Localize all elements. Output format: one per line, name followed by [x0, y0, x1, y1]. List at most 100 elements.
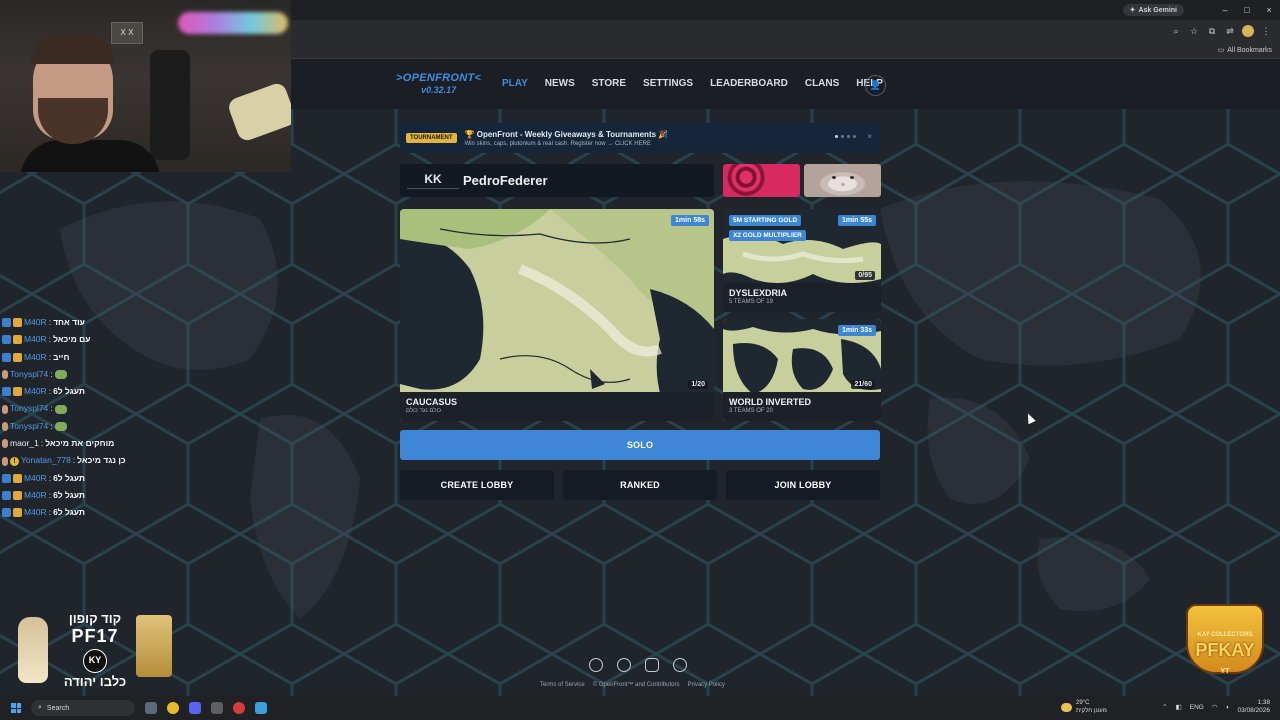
lobby-card-footer: DYSLEXDRIA 5 TEAMS OF 19 [723, 283, 881, 312]
coupon-promo-overlay: קוד קופון PF17 KY כלבו יהודה [14, 611, 184, 697]
lobby-card-dyslexdria[interactable]: 1min 55s 5M STARTING GOLD X2 GOLD MULTIP… [723, 209, 881, 312]
ranked-button[interactable]: RANKED [563, 470, 717, 500]
chat-message: ! Yonatan_778: כן נגד מיכאל [2, 452, 126, 469]
lang-indicator[interactable]: ENG [1190, 704, 1204, 711]
tournament-banner[interactable]: TOURNAMENT 🏆 OpenFront - Weekly Giveaway… [400, 123, 880, 153]
flag-select-button[interactable] [804, 164, 881, 197]
task-view-icon[interactable] [145, 702, 157, 714]
username-input[interactable]: PedroFederer [463, 173, 548, 188]
ky-logo: KY [83, 649, 107, 673]
terms-link[interactable]: Terms of Service [540, 682, 585, 688]
close-window-button[interactable]: × [1258, 5, 1280, 15]
nav-leaderboard[interactable]: LEADERBOARD [710, 78, 788, 89]
pfkay-name: PFKAY [1195, 640, 1255, 660]
privacy-link[interactable]: Privacy Policy [687, 682, 724, 688]
chat-username: Tonyspl74 [10, 420, 49, 431]
warning-badge-icon: ! [10, 456, 19, 466]
partly-cloudy-icon [1061, 702, 1072, 712]
pfkay-logo: KAY COLLECTORS PFKAY YT [1172, 596, 1278, 696]
all-bookmarks-link[interactable]: All Bookmarks [1227, 47, 1272, 54]
maximize-button[interactable]: □ [1236, 5, 1258, 15]
viewer-badge-icon [2, 439, 8, 449]
nav-clans[interactable]: CLANS [805, 78, 839, 89]
pagination-dot[interactable] [853, 135, 856, 138]
crown-badge-icon [13, 508, 22, 518]
crown-badge-icon [13, 335, 22, 345]
nav-play[interactable]: PLAY [502, 78, 528, 89]
electron-app-icon[interactable] [255, 702, 267, 714]
taskbar-search[interactable]: ⌕ Search [31, 700, 135, 716]
clock[interactable]: 1:38 03/08/2026 [1237, 699, 1270, 715]
star-icon[interactable]: ☆ [1188, 25, 1200, 37]
emote-icon [54, 370, 67, 380]
openfront-logo[interactable]: >OPENFRONT< v0.32.17 [396, 72, 481, 95]
map-name: CAUCASUS [406, 397, 458, 407]
sub-badge-icon [2, 387, 11, 397]
lobby-timer: 1min 33s [838, 325, 876, 336]
chair [150, 50, 190, 160]
folder-icon: ▭ [1217, 47, 1225, 54]
guitar [226, 81, 291, 143]
reddit-icon[interactable] [617, 658, 631, 672]
account-button[interactable]: 👤 [865, 75, 886, 96]
wifi-icon[interactable]: ◠ [1212, 703, 1218, 711]
weather-desc: מעונן חלקית [1076, 708, 1107, 714]
discord-app-icon[interactable] [189, 702, 201, 714]
app-icon[interactable] [211, 702, 223, 714]
globe-icon[interactable] [673, 658, 687, 672]
perfume-bottle-right [136, 615, 172, 677]
pagination-dot[interactable] [835, 135, 838, 138]
crown-badge-icon [13, 318, 22, 328]
join-lobby-button[interactable]: JOIN LOBBY [726, 470, 880, 500]
game-mode: כולם נגד כולם [406, 408, 442, 414]
chat-text: עוד אחד [53, 317, 85, 327]
ask-gemini-button[interactable]: ✦ Ask Gemini [1122, 4, 1184, 16]
pagination-dot[interactable] [847, 135, 850, 138]
team-info: 5 TEAMS OF 19 [729, 299, 773, 305]
create-lobby-button[interactable]: CREATE LOBBY [400, 470, 554, 500]
profile-avatar[interactable] [1242, 25, 1254, 37]
github-icon[interactable] [589, 658, 603, 672]
zoom-icon[interactable]: ⌕ [1170, 25, 1182, 37]
territory-pattern-button[interactable] [723, 164, 800, 197]
banner-subtitle[interactable]: Win skins, caps, plutonium & real cash. … [465, 141, 669, 147]
chat-username: M40R [24, 317, 47, 327]
chat-username: M40R [24, 334, 47, 345]
chevron-up-icon[interactable]: ⌃ [1162, 703, 1167, 711]
chat-message: M40R: תעגל ל6 [2, 383, 126, 400]
weather-widget[interactable]: 29°C מעונן חלקית [1061, 699, 1107, 715]
lobby-card-caucasus[interactable]: 1min 58s 1/20 CAUCASUS כולם נגד כולם [400, 209, 714, 421]
lobby-timer: 1min 58s [671, 215, 709, 226]
stream-chat: M40R: עוד אחד M40R: עם מיכאל M40R: חייב … [2, 314, 126, 522]
chat-message: M40R: תעגל ל6 [2, 504, 126, 521]
nav-store[interactable]: STORE [592, 78, 626, 89]
chrome-icon[interactable] [167, 702, 179, 714]
cat-eye [850, 176, 854, 179]
coupon-text: קוד קופון PF17 KY כלבו יהודה [56, 611, 134, 689]
clan-tag-input[interactable]: KK [407, 172, 459, 189]
network-icon[interactable]: ◧ [1176, 703, 1182, 711]
discord-icon[interactable] [645, 658, 659, 672]
pagination-dot[interactable] [841, 135, 844, 138]
lobby-card-footer: CAUCASUS כולם נגד כולם [400, 392, 714, 421]
banner-close-button[interactable]: × [867, 132, 872, 141]
streamer-hair [31, 34, 115, 64]
nav-news[interactable]: NEWS [545, 78, 575, 89]
modifier-badge: X2 GOLD MULTIPLIER [729, 230, 806, 241]
menu-icon[interactable]: ⋮ [1260, 25, 1272, 37]
obs-icon[interactable] [233, 702, 245, 714]
chat-username: M40R [24, 507, 47, 518]
extensions-icon[interactable]: ⧉ [1206, 25, 1218, 37]
emote-icon [54, 404, 67, 414]
sub-badge-icon [2, 508, 11, 518]
solo-button[interactable]: SOLO [400, 430, 880, 460]
minimize-button[interactable]: – [1214, 5, 1236, 15]
windows-start-icon[interactable] [11, 703, 21, 713]
chat-username: M40R [24, 489, 47, 500]
lobby-card-world-inverted[interactable]: 1min 33s 21/60 WORLD INVERTED 3 TEAMS OF… [723, 319, 881, 421]
tab-search-icon[interactable]: ⇌ [1224, 25, 1236, 37]
chat-message: M40R: עם מיכאל [2, 331, 126, 348]
chat-text: תעגל ל6 [53, 472, 85, 483]
volume-icon[interactable]: ◖ [1226, 704, 1230, 711]
nav-settings[interactable]: SETTINGS [643, 78, 693, 89]
